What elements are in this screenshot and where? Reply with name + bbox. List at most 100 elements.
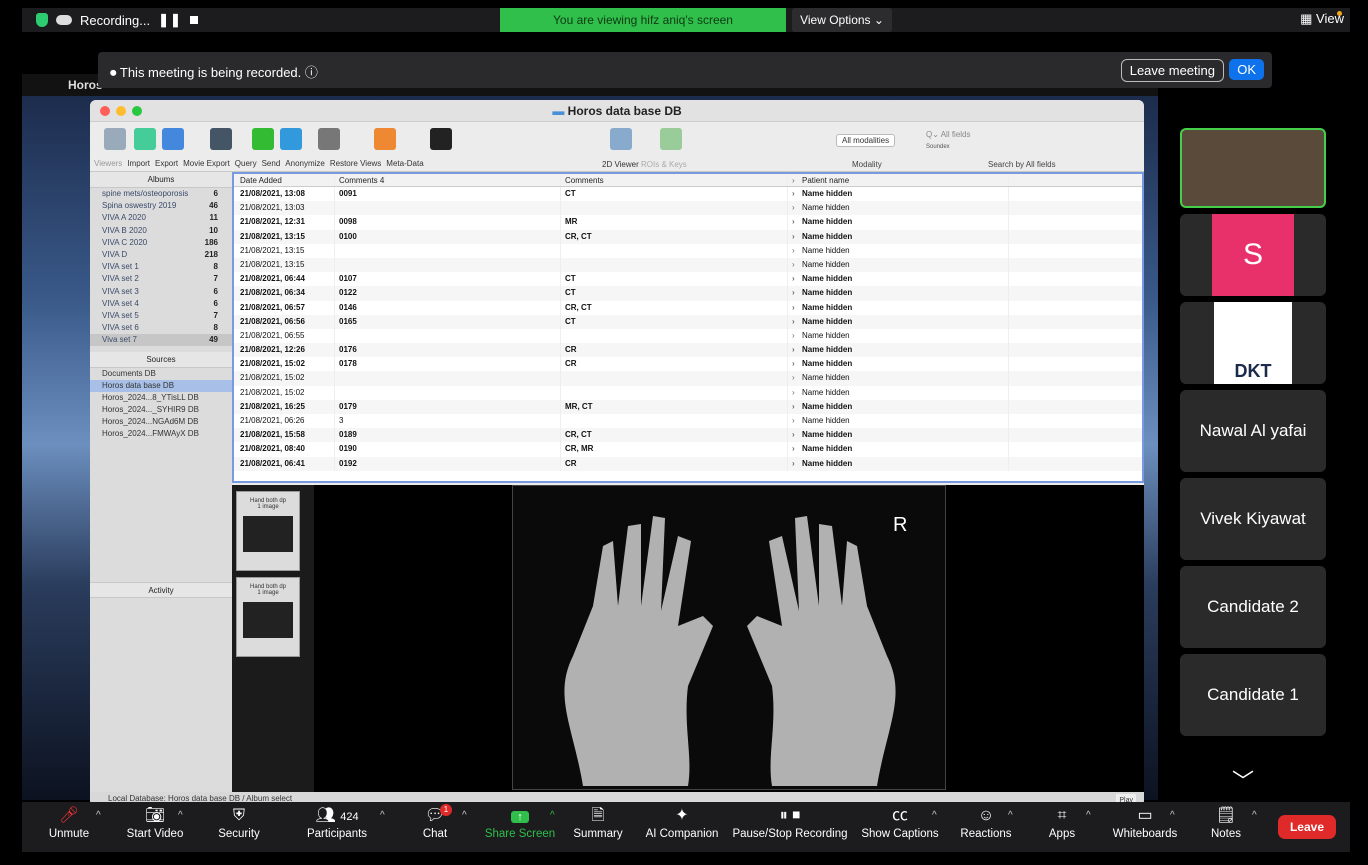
restore-views-icon[interactable] xyxy=(374,128,396,150)
leave-meeting-button[interactable]: Leave meeting xyxy=(1120,59,1224,82)
query-label[interactable]: Query xyxy=(235,159,257,168)
query-icon[interactable] xyxy=(252,128,274,150)
album-item[interactable]: VIVA set 5 7 xyxy=(90,310,232,322)
participant-tile-candidate-1[interactable]: Candidate 1 xyxy=(1180,654,1326,736)
source-item[interactable]: Horos_2024...NGAd6M DB xyxy=(90,416,232,428)
chevron-down-icon[interactable]: ﹀ xyxy=(1232,764,1254,796)
participant-video-tile[interactable] xyxy=(1180,128,1326,208)
source-item[interactable]: Horos data base DB xyxy=(90,380,232,393)
image-viewer[interactable]: R xyxy=(314,485,1144,796)
album-item[interactable]: VIVA set 1 8 xyxy=(90,261,232,273)
album-item[interactable]: Spina oswestry 2019 46 xyxy=(90,200,232,212)
restore-views-label[interactable]: Restore Views xyxy=(330,159,381,168)
pause-stop-recording-button[interactable]: ⏸︎ ⏹︎ Pause/Stop Recording xyxy=(730,802,850,852)
participant-tile-dkt[interactable]: DKT xyxy=(1180,302,1326,384)
table-row[interactable]: 21/08/2021, 13:15 0100CR, CTName hidden xyxy=(234,229,1142,244)
2d-viewer-label[interactable]: 2D Viewer ROIs & Keys xyxy=(602,160,687,169)
view-options-button[interactable]: View Options ⌄ xyxy=(792,8,892,32)
table-row[interactable]: 21/08/2021, 06:26 3 Name hidden xyxy=(234,414,1142,429)
album-item[interactable]: VIVA set 4 6 xyxy=(90,298,232,310)
album-item[interactable]: VIVA set 6 8 xyxy=(90,322,232,334)
table-row[interactable]: 21/08/2021, 15:02 Name hidden xyxy=(234,385,1142,400)
whiteboards-caret-icon[interactable]: ^ xyxy=(1170,810,1175,821)
table-row[interactable]: 21/08/2021, 13:08 0091CTName hidden xyxy=(234,187,1142,202)
table-row[interactable]: 21/08/2021, 15:02 Name hidden xyxy=(234,371,1142,386)
chat-caret-icon[interactable]: ^ xyxy=(462,810,467,821)
participant-tile-nawal[interactable]: Nawal Al yafai xyxy=(1180,390,1326,472)
participants-button[interactable]: 👥︎ 424 Participants xyxy=(302,802,372,852)
notes-button[interactable]: 🗒︎ Notes xyxy=(1206,802,1246,852)
album-item[interactable]: VIVA set 2 7 xyxy=(90,273,232,285)
table-row[interactable]: 21/08/2021, 13:15 Name hidden xyxy=(234,243,1142,258)
table-row[interactable]: 21/08/2021, 12:26 0176CRName hidden xyxy=(234,343,1142,358)
reactions-button[interactable]: ☺ Reactions xyxy=(956,802,1016,852)
movie-export-icon[interactable] xyxy=(210,128,232,150)
share-caret-icon[interactable]: ^ xyxy=(550,810,555,821)
meta-data-icon[interactable] xyxy=(430,128,452,150)
recording-indicator[interactable]: Recording... ❚❚ xyxy=(36,12,198,28)
show-captions-button[interactable]: ㏄ Show Captions xyxy=(858,802,942,852)
col-comments[interactable]: Comments xyxy=(560,174,787,186)
export-icon[interactable] xyxy=(162,128,184,150)
col-date-added[interactable]: Date Added xyxy=(234,174,334,186)
table-row[interactable]: 21/08/2021, 06:41 0192CRName hidden xyxy=(234,456,1142,471)
apps-caret-icon[interactable]: ^ xyxy=(1086,810,1091,821)
participant-tile-candidate-2[interactable]: Candidate 2 xyxy=(1180,566,1326,648)
table-row[interactable]: 21/08/2021, 06:57 0146CR, CTName hidden xyxy=(234,300,1142,315)
leave-button[interactable]: Leave xyxy=(1277,815,1336,839)
participant-tile-vivek[interactable]: Vivek Kiyawat xyxy=(1180,478,1326,560)
album-item[interactable]: VIVA C 2020 186 xyxy=(90,237,232,249)
view-button[interactable]: ▦ View xyxy=(1300,11,1344,27)
audio-caret-icon[interactable]: ^ xyxy=(96,810,101,821)
table-row[interactable]: 21/08/2021, 06:34 0122CTName hidden xyxy=(234,286,1142,301)
table-row[interactable]: 21/08/2021, 13:03 Name hidden xyxy=(234,201,1142,216)
movie-export-label[interactable]: Movie Export xyxy=(183,159,230,168)
send-icon[interactable] xyxy=(280,128,302,150)
viewers-label[interactable]: Viewers xyxy=(94,159,122,168)
xray-image[interactable]: R xyxy=(512,485,946,790)
table-row[interactable]: 21/08/2021, 06:56 0165CTName hidden xyxy=(234,314,1142,329)
reactions-caret-icon[interactable]: ^ xyxy=(1008,810,1013,821)
table-row[interactable]: 21/08/2021, 08:40 0190CR, MRName hidden xyxy=(234,442,1142,457)
summary-button[interactable]: 🗎 Summary xyxy=(570,802,626,852)
share-screen-button[interactable]: ↑ Share Screen xyxy=(482,802,558,852)
table-row[interactable]: 21/08/2021, 12:31 0098MRName hidden xyxy=(234,215,1142,230)
import-label[interactable]: Import xyxy=(127,159,150,168)
security-button[interactable]: ⛨ Security xyxy=(214,802,264,852)
export-label[interactable]: Export xyxy=(155,159,178,168)
soundex-checkbox[interactable]: Soundex xyxy=(926,144,950,150)
chat-button[interactable]: 💬︎ 1 Chat xyxy=(420,802,452,852)
source-item[interactable]: Horos_2024...8_YTisLL DB xyxy=(90,392,232,404)
search-field[interactable]: Q⌄ All fields xyxy=(926,130,971,139)
captions-caret-icon[interactable]: ^ xyxy=(932,810,937,821)
col-patient-name[interactable]: Patient name xyxy=(787,174,1008,187)
col-comments-4[interactable]: Comments 4 xyxy=(334,174,560,186)
album-item[interactable]: VIVA B 2020 10 xyxy=(90,225,232,237)
info-icon[interactable]: ⓘ xyxy=(305,65,318,80)
ok-button[interactable]: OK xyxy=(1229,59,1264,80)
album-item[interactable]: VIVA set 3 6 xyxy=(90,286,232,298)
pause-icon[interactable]: ❚❚ xyxy=(158,12,182,28)
thumbnail-series-2[interactable]: Hand both dp 1 image xyxy=(236,577,300,657)
notes-caret-icon[interactable]: ^ xyxy=(1252,810,1257,821)
stop-icon[interactable] xyxy=(189,16,198,24)
table-row[interactable]: 21/08/2021, 15:58 0189CR, CTName hidden xyxy=(234,428,1142,443)
source-item[interactable]: Documents DB xyxy=(90,368,232,380)
viewers-icon[interactable] xyxy=(104,128,126,150)
table-row[interactable]: 21/08/2021, 13:15 Name hidden xyxy=(234,257,1142,273)
table-row[interactable]: 21/08/2021, 15:02 0178CRName hidden xyxy=(234,357,1142,372)
table-row[interactable]: 21/08/2021, 16:25 0179MR, CTName hidden xyxy=(234,399,1142,414)
send-label[interactable]: Send xyxy=(262,159,281,168)
source-item[interactable]: Horos_2024..._SYHIR9 DB xyxy=(90,404,232,416)
album-item[interactable]: spine mets/osteoporosis 6 xyxy=(90,188,232,200)
2d-viewer-icon[interactable] xyxy=(610,128,632,150)
participants-caret-icon[interactable]: ^ xyxy=(380,810,385,821)
rois-keys-icon[interactable] xyxy=(660,128,682,150)
participant-tile-s[interactable]: S xyxy=(1180,214,1326,296)
thumbnail-series-1[interactable]: Hand both dp 1 image xyxy=(236,491,300,571)
table-row[interactable]: 21/08/2021, 06:44 0107CTName hidden xyxy=(234,272,1142,287)
anonymize-label[interactable]: Anonymize xyxy=(285,159,325,168)
meta-data-label[interactable]: Meta-Data xyxy=(386,159,423,168)
source-item[interactable]: Horos_2024...FMWAyX DB xyxy=(90,428,232,440)
album-item[interactable]: VIVA D 218 xyxy=(90,249,232,261)
